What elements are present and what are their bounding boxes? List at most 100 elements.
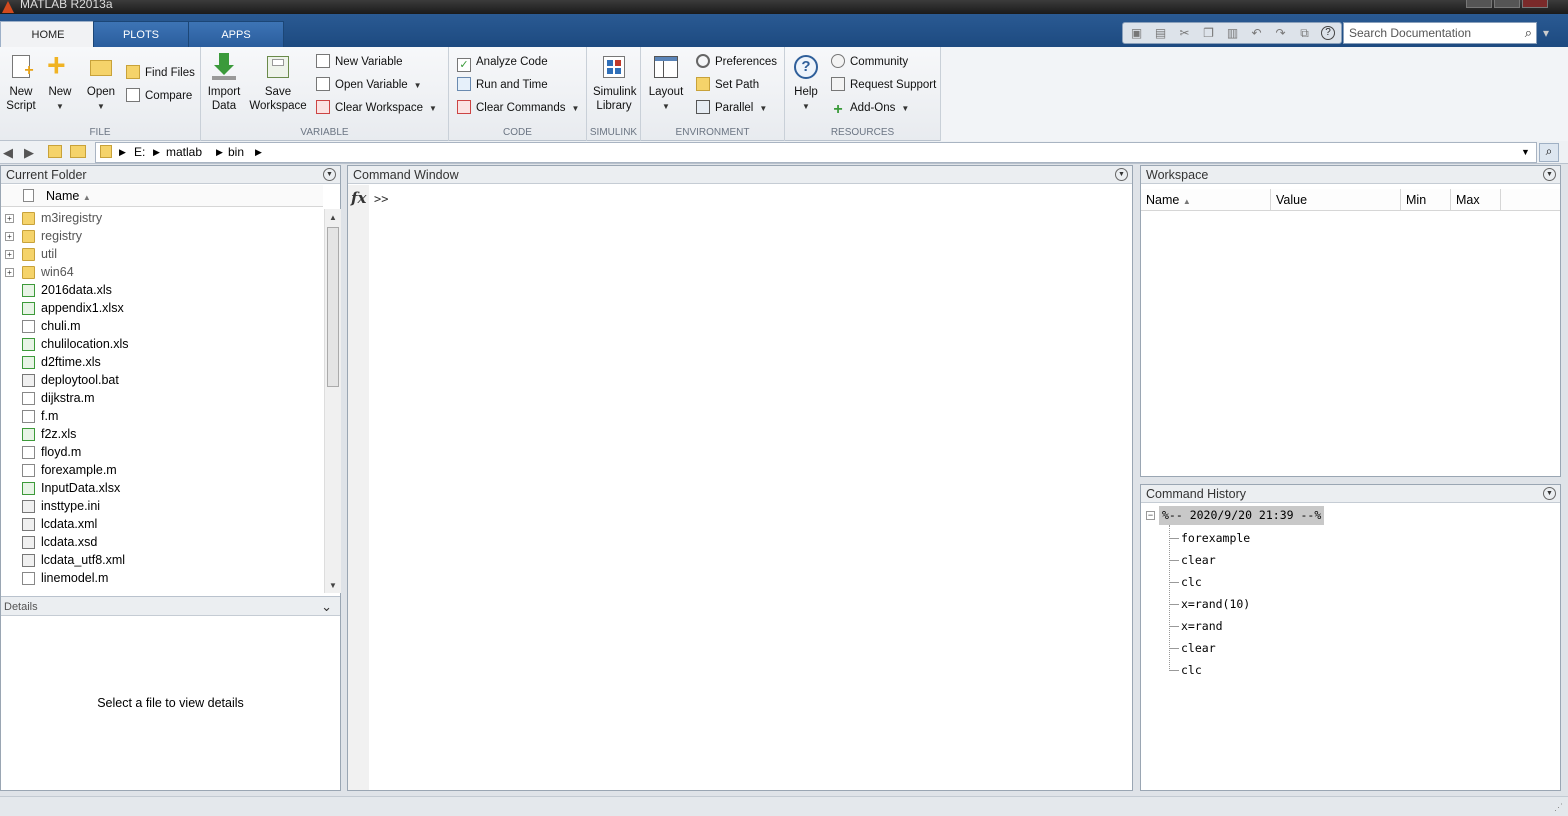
history-session-header[interactable]: %-- 2020/9/20 21:39 --% bbox=[1159, 506, 1325, 525]
details-header[interactable]: Details ⌄ bbox=[1, 596, 340, 616]
history-entry[interactable]: x=rand(10) bbox=[1181, 595, 1250, 613]
file-list-item[interactable]: 2016data.xls bbox=[1, 281, 323, 299]
import-data-button[interactable]: Import Data bbox=[205, 53, 243, 113]
name-column-header[interactable]: Name ▲ bbox=[1, 185, 323, 207]
community-button[interactable]: Community bbox=[831, 53, 908, 71]
history-entry[interactable]: x=rand bbox=[1181, 617, 1223, 635]
request-support-button[interactable]: Request Support bbox=[831, 76, 936, 94]
workspace-column-max[interactable]: Max bbox=[1451, 189, 1501, 211]
redo-icon[interactable]: ↷ bbox=[1273, 26, 1288, 41]
switch-windows-icon[interactable]: ⧉ bbox=[1297, 26, 1312, 41]
current-path-field[interactable]: ▶ E: ▶ matlab ▶ bin ▶ ▼ bbox=[95, 142, 1537, 163]
new-script-button[interactable]: + New Script bbox=[4, 53, 38, 113]
help-icon[interactable]: ? bbox=[1321, 26, 1335, 40]
panel-menu-icon[interactable]: ▼ bbox=[323, 168, 336, 181]
path-segment-matlab[interactable]: matlab bbox=[166, 145, 202, 159]
file-list-item[interactable]: forexample.m bbox=[1, 461, 323, 479]
scrollbar-thumb[interactable] bbox=[327, 227, 339, 387]
command-window-panel[interactable]: Command Window ▼ fx >> bbox=[347, 165, 1133, 791]
collapse-icon[interactable]: − bbox=[1146, 511, 1155, 520]
history-entry[interactable]: clear bbox=[1181, 551, 1216, 569]
file-list-item[interactable]: chuli.m bbox=[1, 317, 323, 335]
preferences-button[interactable]: Preferences bbox=[696, 53, 777, 71]
open-variable-button[interactable]: Open Variable ▼ bbox=[316, 76, 422, 94]
add-ons-button[interactable]: + Add-Ons ▼ bbox=[831, 99, 909, 118]
file-list-item[interactable]: chulilocation.xls bbox=[1, 335, 323, 353]
history-entry[interactable]: clc bbox=[1181, 661, 1202, 679]
search-documentation-input[interactable]: Search Documentation ⌕ bbox=[1343, 22, 1537, 44]
file-list-item[interactable]: lcdata.xml bbox=[1, 515, 323, 533]
new-button[interactable]: + New ▼ bbox=[44, 49, 76, 114]
clear-commands-button[interactable]: Clear Commands ▼ bbox=[457, 99, 579, 117]
path-dropdown-icon[interactable]: ▼ bbox=[1521, 147, 1530, 157]
up-folder-icon[interactable] bbox=[48, 145, 62, 158]
tab-apps[interactable]: APPS bbox=[188, 21, 284, 47]
file-list-item[interactable]: + registry bbox=[1, 227, 323, 245]
cut-icon[interactable]: ✂ bbox=[1177, 26, 1192, 41]
analyze-code-button[interactable]: ✓ Analyze Code bbox=[457, 53, 548, 72]
workspace-column-value[interactable]: Value bbox=[1271, 189, 1401, 211]
file-list-item[interactable]: appendix1.xlsx bbox=[1, 299, 323, 317]
help-button[interactable]: ? Help ▼ bbox=[789, 53, 823, 114]
file-list-item[interactable]: f.m bbox=[1, 407, 323, 425]
new-file-icon[interactable]: ▣ bbox=[1129, 26, 1144, 41]
browse-folder-icon[interactable] bbox=[70, 145, 86, 158]
expand-icon[interactable]: + bbox=[5, 214, 14, 223]
minimize-button[interactable] bbox=[1466, 0, 1492, 8]
find-files-button[interactable]: Find Files bbox=[126, 64, 195, 82]
file-list-item[interactable]: floyd.m bbox=[1, 443, 323, 461]
scroll-down-icon[interactable]: ▼ bbox=[329, 581, 337, 590]
tab-plots[interactable]: PLOTS bbox=[93, 21, 189, 47]
history-entry[interactable]: forexample bbox=[1181, 529, 1250, 547]
undo-icon[interactable]: ↶ bbox=[1249, 26, 1264, 41]
layout-button[interactable]: Layout ▼ bbox=[647, 53, 685, 114]
filter-icon[interactable]: ▾ bbox=[1543, 26, 1557, 40]
file-list-scrollbar[interactable]: ▲ ▼ bbox=[324, 209, 341, 593]
search-icon[interactable]: ⌕ bbox=[1525, 25, 1532, 41]
file-list-item[interactable]: + win64 bbox=[1, 263, 323, 281]
command-prompt[interactable]: >> bbox=[374, 192, 388, 206]
simulink-library-button[interactable]: Simulink Library bbox=[593, 53, 636, 113]
path-segment-drive[interactable]: E: bbox=[134, 145, 145, 159]
maximize-button[interactable] bbox=[1494, 0, 1520, 8]
panel-menu-icon[interactable]: ▼ bbox=[1115, 168, 1128, 181]
file-list-item[interactable]: dijkstra.m bbox=[1, 389, 323, 407]
search-folder-button[interactable]: ⌕ bbox=[1539, 143, 1559, 162]
file-list-item[interactable]: insttype.ini bbox=[1, 497, 323, 515]
tab-home[interactable]: HOME bbox=[0, 21, 96, 48]
forward-arrow-icon[interactable]: ▶ bbox=[24, 145, 34, 161]
function-browser-icon[interactable]: fx bbox=[351, 189, 366, 207]
scroll-up-icon[interactable]: ▲ bbox=[329, 213, 337, 222]
file-list-item[interactable]: lcdata.xsd bbox=[1, 533, 323, 551]
panel-menu-icon[interactable]: ▼ bbox=[1543, 168, 1556, 181]
open-button[interactable]: Open ▼ bbox=[84, 53, 118, 114]
file-list-item[interactable]: deploytool.bat bbox=[1, 371, 323, 389]
expand-icon[interactable]: + bbox=[5, 250, 14, 259]
file-list-item[interactable]: d2ftime.xls bbox=[1, 353, 323, 371]
history-entry[interactable]: clc bbox=[1181, 573, 1202, 591]
expand-icon[interactable]: + bbox=[5, 232, 14, 241]
file-list-item[interactable]: linemodel.m bbox=[1, 569, 323, 587]
save-icon[interactable]: ▤ bbox=[1153, 26, 1168, 41]
file-list-item[interactable]: + m3iregistry bbox=[1, 209, 323, 227]
file-list-item[interactable]: InputData.xlsx bbox=[1, 479, 323, 497]
file-list-item[interactable]: f2z.xls bbox=[1, 425, 323, 443]
clear-workspace-button[interactable]: Clear Workspace ▼ bbox=[316, 99, 437, 117]
copy-icon[interactable]: ❐ bbox=[1201, 26, 1216, 41]
back-arrow-icon[interactable]: ◀ bbox=[3, 145, 13, 161]
run-and-time-button[interactable]: Run and Time bbox=[457, 76, 548, 94]
file-list-item[interactable]: lcdata_utf8.xml bbox=[1, 551, 323, 569]
path-segment-bin[interactable]: bin bbox=[228, 145, 244, 159]
new-variable-button[interactable]: New Variable bbox=[316, 53, 403, 71]
workspace-column-min[interactable]: Min bbox=[1401, 189, 1451, 211]
save-workspace-button[interactable]: Save Workspace bbox=[247, 53, 309, 113]
workspace-column-name[interactable]: Name ▲ bbox=[1141, 189, 1271, 211]
close-window-button[interactable] bbox=[1522, 0, 1548, 8]
resize-grip-icon[interactable]: ⋰ bbox=[1554, 802, 1564, 814]
file-list-item[interactable]: + util bbox=[1, 245, 323, 263]
panel-menu-icon[interactable]: ▼ bbox=[1543, 487, 1556, 500]
history-entry[interactable]: clear bbox=[1181, 639, 1216, 657]
set-path-button[interactable]: Set Path bbox=[696, 76, 759, 94]
paste-icon[interactable]: ▥ bbox=[1225, 26, 1240, 41]
expand-icon[interactable]: + bbox=[5, 268, 14, 277]
